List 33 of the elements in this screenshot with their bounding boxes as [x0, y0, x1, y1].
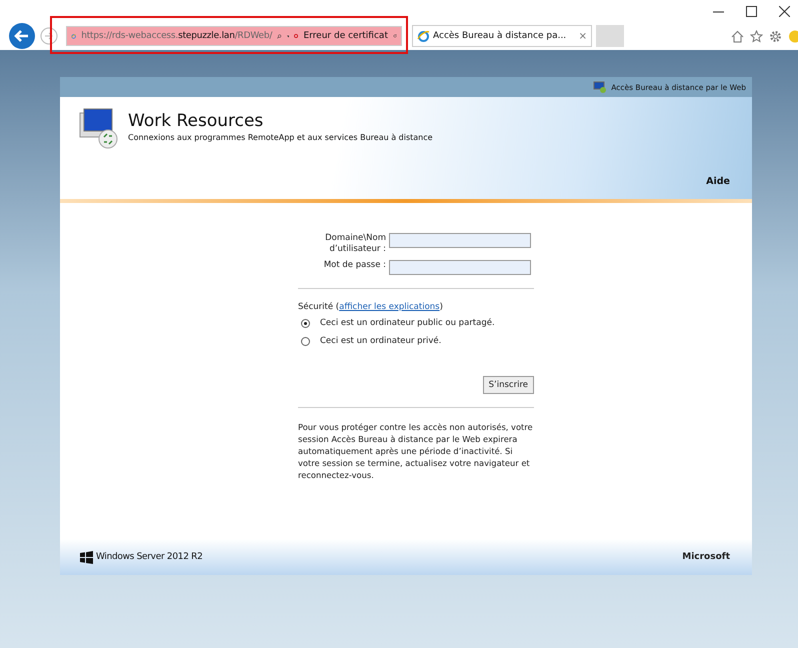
page-subtitle: Connexions aux programmes RemoteApp et aux services Bureau à distance [128, 133, 433, 142]
settings-icon[interactable] [769, 30, 782, 42]
browser-logo-icon [417, 30, 430, 42]
address-bar[interactable]: https://rds-webaccess.stepuzzle.lan/RDWeb/ Erreur de certificat [66, 26, 402, 46]
product-name: Windows Server 2012 R2 [96, 552, 203, 562]
home-icon[interactable] [731, 30, 744, 42]
tab-close-button[interactable]: × [578, 30, 587, 42]
input-field[interactable] [389, 233, 531, 248]
option-label: Ceci est un ordinateur public ou partagé. [320, 318, 495, 328]
field-label: Domaine\Nom d’utilisateur : [324, 233, 386, 255]
radio-button[interactable] [301, 336, 310, 346]
browser-tab[interactable]: Accès Bureau à distance pa... [417, 30, 579, 42]
certificate-error[interactable]: Erreur de certificat [303, 31, 388, 41]
close-icon[interactable] [779, 6, 790, 17]
brand-name: Microsoft [682, 552, 730, 562]
windows-logo-icon [80, 550, 93, 564]
security-label: Sécurité (afficher les explications) [298, 302, 444, 312]
sign-in-button[interactable]: S’inscrire [482, 376, 534, 394]
input-field[interactable] [389, 260, 531, 275]
help-link[interactable]: Aide [706, 176, 730, 187]
forward-icon[interactable] [40, 27, 58, 45]
session-notice: Pour vous protéger contre les accès non autorisés, votre session Accès Bureau à distance par le Web expirera automatiquement après une période d’inactivité. Si votre session se termine, actualisez votre navigateur et reconnectez-vous. [298, 421, 534, 481]
page-title: Work Resources [128, 111, 264, 131]
maximize-icon[interactable] [746, 6, 757, 17]
remote-desktop-icon [593, 81, 608, 93]
explanation-link[interactable]: afficher les explications [339, 302, 440, 312]
url-text: https://rds-webaccess.stepuzzle.lan/RDWeb/ [81, 31, 272, 41]
error-icon [294, 31, 298, 41]
radio-button[interactable] [301, 318, 310, 328]
back-icon[interactable] [8, 22, 36, 50]
star-icon[interactable] [750, 30, 763, 42]
option-label: Ceci est un ordinateur privé. [320, 336, 442, 346]
field-label: Mot de passe : [322, 260, 386, 271]
